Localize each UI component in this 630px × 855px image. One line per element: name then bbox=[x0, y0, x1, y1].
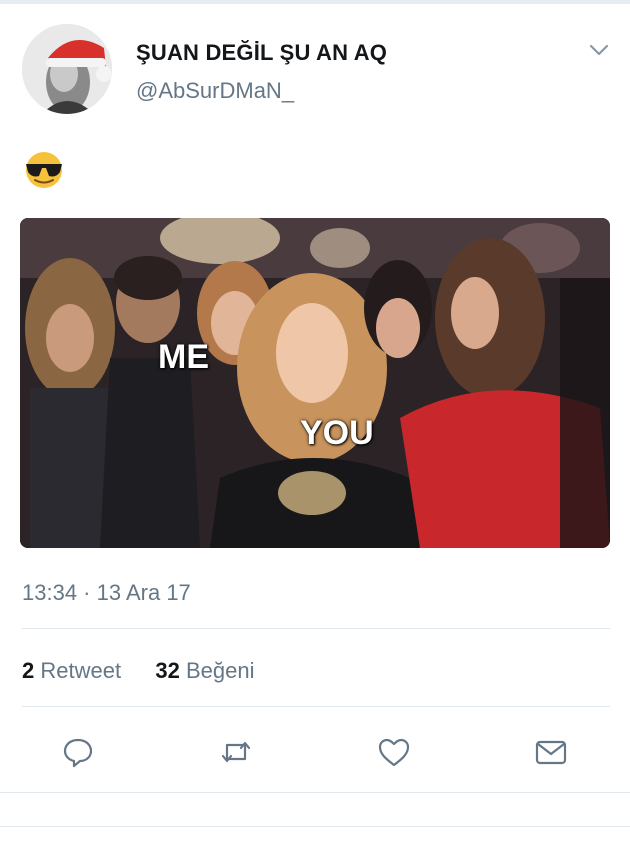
author-handle[interactable]: @AbSurDMaN_ bbox=[136, 78, 294, 104]
tweet-media-image[interactable]: ME YOU bbox=[20, 218, 610, 548]
reply-icon[interactable] bbox=[60, 734, 96, 770]
chevron-down-icon[interactable] bbox=[588, 42, 610, 58]
divider bbox=[0, 826, 630, 827]
sunglasses-emoji-icon bbox=[20, 148, 70, 188]
divider bbox=[22, 706, 610, 707]
tweet-timestamp[interactable]: 13:34 · 13 Ara 17 bbox=[22, 580, 191, 606]
author-display-name[interactable]: ŞUAN DEĞİL ŞU AN AQ bbox=[136, 40, 387, 66]
retweet-stat[interactable]: 2 Retweet bbox=[22, 658, 127, 683]
tweet-stats: 2 Retweet 32 Beğeni bbox=[22, 658, 254, 684]
retweet-label: Retweet bbox=[40, 658, 122, 683]
divider bbox=[0, 792, 630, 793]
avatar[interactable] bbox=[22, 24, 112, 114]
tweet-detail: ŞUAN DEĞİL ŞU AN AQ @AbSurDMaN_ ME YOU 1… bbox=[0, 4, 630, 855]
divider bbox=[22, 628, 610, 629]
like-label: Beğeni bbox=[185, 658, 255, 683]
meme-photo bbox=[20, 218, 610, 548]
retweet-icon[interactable] bbox=[218, 734, 254, 770]
meme-caption-you: YOU bbox=[300, 414, 374, 452]
meme-caption-me: ME bbox=[158, 338, 209, 376]
direct-message-icon[interactable] bbox=[533, 734, 569, 770]
like-stat[interactable]: 32 Beğeni bbox=[155, 658, 254, 683]
retweet-count: 2 bbox=[22, 658, 35, 683]
like-icon[interactable] bbox=[376, 734, 412, 770]
avatar-image bbox=[22, 24, 112, 114]
like-count: 32 bbox=[155, 658, 180, 683]
